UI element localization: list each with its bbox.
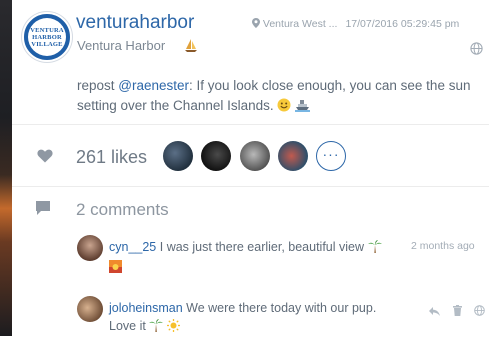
likes-count[interactable]: 261 likes [76, 147, 147, 168]
palm-tree-emoji-icon [367, 240, 382, 258]
section-divider [12, 124, 489, 125]
palm-tree-emoji-icon [149, 319, 164, 337]
sailboat-icon [184, 38, 198, 58]
caption-mention[interactable]: @raenester [118, 78, 189, 93]
post-timestamp: 17/07/2016 05:29:45 pm [345, 18, 460, 30]
account-avatar[interactable]: VENTURA HARBOR VILLAGE [22, 12, 72, 62]
comment-item: cyn__25 I was just there earlier, beauti… [109, 238, 384, 278]
sunset-emoji-icon [109, 260, 122, 278]
comments-count[interactable]: 2 comments [76, 200, 169, 220]
liker-avatar[interactable] [278, 141, 308, 171]
reply-icon[interactable] [429, 303, 440, 321]
commenter-avatar[interactable] [77, 296, 103, 322]
comment-item: joloheinsman We were there today with ou… [109, 299, 399, 337]
smiley-emoji-icon [277, 98, 291, 118]
sun-emoji-icon [166, 319, 180, 337]
comment-text: I was just there earlier, beautiful view [159, 240, 365, 254]
post-caption: repost @raenester: If you look close eno… [77, 76, 477, 118]
liker-avatar[interactable] [240, 141, 270, 171]
avatar-logo-line: VILLAGE [31, 40, 63, 48]
globe-icon[interactable] [474, 303, 485, 321]
post-location-name[interactable]: Ventura Harbor [77, 38, 165, 53]
comment-username[interactable]: joloheinsman [109, 301, 183, 315]
comment-icon [36, 201, 50, 220]
section-divider [12, 186, 489, 187]
caption-prefix: repost [77, 78, 119, 93]
globe-icon[interactable] [470, 42, 483, 60]
location-tag[interactable]: Ventura West ... [263, 18, 338, 30]
heart-icon[interactable] [37, 149, 53, 168]
trash-icon[interactable] [453, 303, 462, 321]
avatar-logo-line: VENTURA [30, 26, 64, 34]
liker-avatar[interactable] [163, 141, 193, 171]
comment-username[interactable]: cyn__25 [109, 240, 156, 254]
avatar-logo-line: HARBOR [32, 33, 62, 41]
post-meta: Ventura West ... 17/07/2016 05:29:45 pm [252, 18, 459, 30]
avatar-logo: VENTURA HARBOR VILLAGE [28, 18, 66, 56]
post-username[interactable]: venturaharbor [76, 12, 194, 34]
more-likers-button[interactable]: ··· [316, 141, 346, 171]
comment-time: 2 months ago [411, 240, 475, 252]
ship-emoji-icon [295, 98, 311, 118]
commenter-avatar[interactable] [77, 235, 103, 261]
location-pin-icon [252, 18, 263, 30]
liker-avatar[interactable] [201, 141, 231, 171]
photo-edge [0, 0, 12, 336]
